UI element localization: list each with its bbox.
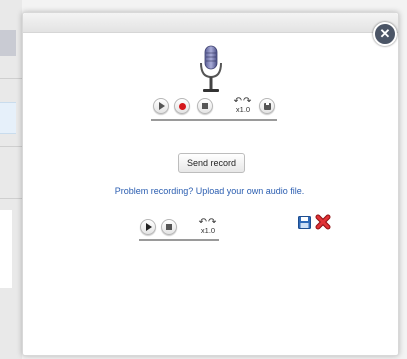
playback-speed-control[interactable]: ↶↷ x1.0 [230,97,256,117]
record-icon [178,102,186,110]
microphone-icon [200,45,222,92]
background-element [0,30,16,56]
stop-icon [202,103,208,109]
stop-button[interactable] [197,98,213,114]
floppy-disk-icon[interactable] [298,216,311,229]
upload-speed-value: x1.0 [200,226,216,235]
background-divider [0,146,22,147]
background-divider [0,198,22,199]
upload-progress-bar[interactable] [139,239,219,241]
upload-play-button[interactable] [140,219,156,235]
send-record-button[interactable]: Send record [178,153,245,173]
save-record-button[interactable] [259,98,275,114]
close-icon: ✕ [379,26,391,41]
record-button[interactable] [174,98,190,114]
recorder-progress-bar[interactable] [151,119,277,121]
play-button[interactable] [153,98,169,114]
speed-value: x1.0 [235,105,251,114]
stop-icon [166,224,172,230]
upload-playback-speed-control[interactable]: ↶↷ x1.0 [195,218,221,238]
background-divider [0,78,22,79]
play-icon [146,223,152,231]
background-panel [0,210,12,288]
upload-audio-link[interactable]: Problem recording? Upload your own audio… [22,186,397,196]
play-icon [159,102,165,110]
red-x-icon[interactable] [315,214,331,230]
close-button[interactable]: ✕ [373,22,397,46]
background-selected-row [0,102,16,134]
dialog-titlebar [23,13,398,33]
save-icon [263,102,271,110]
upload-stop-button[interactable] [161,219,177,235]
